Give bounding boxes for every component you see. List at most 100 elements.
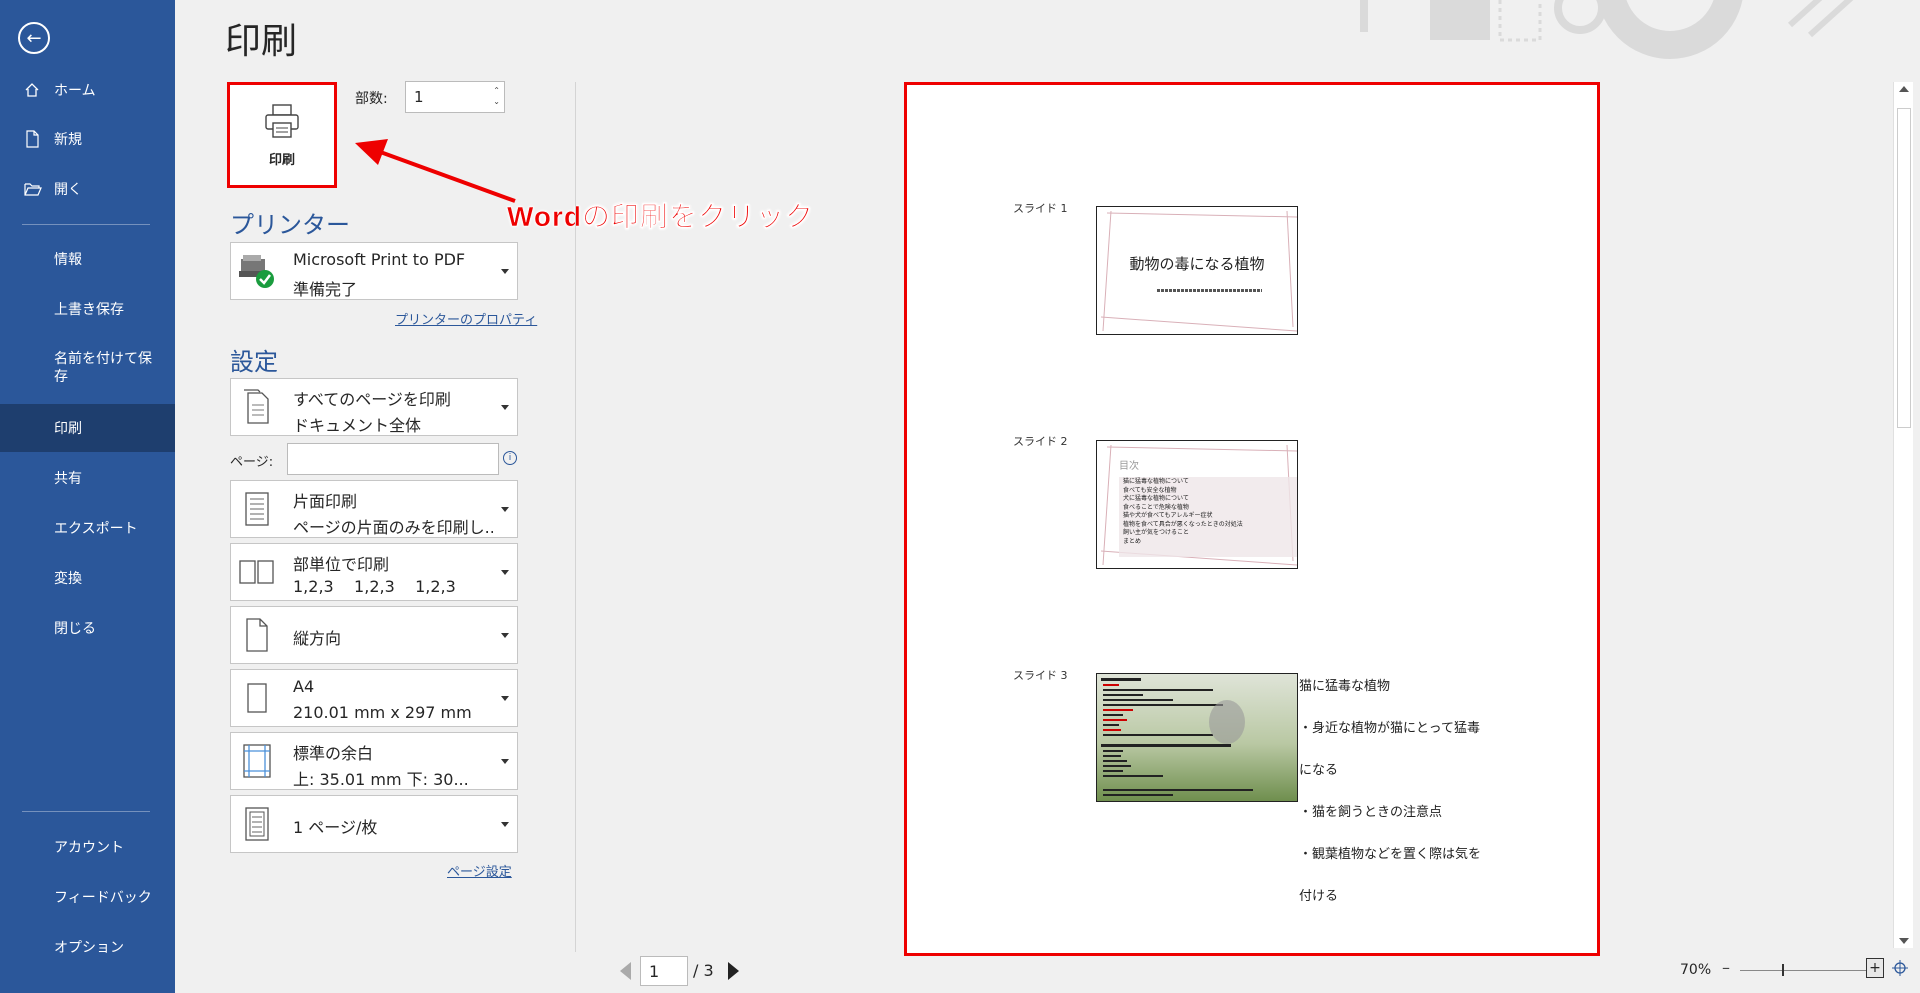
slide-2-line: 猫や犬が食べてもアレルギー症状 — [1123, 512, 1213, 519]
pages-per-sheet-icon — [237, 804, 277, 844]
chevron-down-icon — [501, 822, 509, 827]
slide-3-notes-line: 猫に猛毒な植物 — [1299, 679, 1391, 694]
margins-label: 標準の余白 — [293, 744, 374, 763]
spin-down-icon[interactable]: ⌄ — [493, 97, 500, 106]
paper-size-dropdown[interactable]: A4 210.01 mm x 297 mm — [230, 669, 518, 727]
nav-item-transform[interactable]: 変換 — [0, 554, 175, 602]
back-arrow-icon: ← — [26, 27, 42, 49]
collate-desc: 1,2,3 1,2,3 1,2,3 — [293, 577, 456, 596]
slide-thumbnail-1: 動物の毒になる植物 — [1096, 206, 1298, 335]
nav-label-print: 印刷 — [54, 421, 82, 437]
one-sided-icon — [237, 489, 277, 529]
orientation-dropdown[interactable]: 縦方向 — [230, 606, 518, 664]
slide-2-body: 猫に猛毒な植物について 食べても安全な植物 犬に猛毒な植物について 食べることで… — [1123, 478, 1243, 546]
slide-3-notes-line: ・観葉植物などを置く際は気を — [1299, 847, 1482, 862]
slide-2-title: 目次 — [1119, 461, 1139, 472]
print-range-dropdown[interactable]: すべてのページを印刷 ドキュメント全体 — [230, 378, 518, 436]
next-page-icon[interactable] — [728, 962, 739, 980]
slide-label: スライド 3 — [1013, 669, 1068, 682]
printer-section-title: プリンター — [230, 211, 350, 239]
nav-label-save-as: 名前を付けて保存 — [54, 351, 152, 385]
sides-desc: ページの片面のみを印刷し... — [293, 518, 493, 537]
margins-dropdown[interactable]: 標準の余白 上: 35.01 mm 下: 30... — [230, 732, 518, 790]
copies-label: 部数: — [355, 91, 388, 107]
print-button[interactable]: 印刷 — [227, 82, 337, 188]
nav-item-feedback[interactable]: フィードバック — [0, 873, 175, 921]
nav-label-options: オプション — [54, 940, 124, 956]
open-folder-icon — [24, 181, 54, 197]
scroll-down-icon[interactable] — [1899, 938, 1909, 944]
previous-page-icon[interactable] — [620, 962, 631, 980]
annotation-text: Wordの印刷をクリック — [507, 201, 815, 233]
spin-up-icon[interactable]: ⌃ — [493, 86, 500, 95]
slide-thumbnail-3 — [1096, 673, 1298, 802]
collate-dropdown[interactable]: 部単位で印刷 1,2,3 1,2,3 1,2,3 — [230, 543, 518, 601]
slide-2-line: 食べても安全な植物 — [1123, 486, 1177, 494]
slide-label: スライド 1 — [1013, 202, 1068, 215]
pages-icon — [237, 387, 277, 427]
panel-divider — [575, 82, 576, 952]
nav-label-feedback: フィードバック — [54, 890, 152, 906]
sides-dropdown[interactable]: 片面印刷 ページの片面のみを印刷し... — [230, 480, 518, 538]
nav-label-home: ホーム — [54, 83, 96, 99]
nav-item-save[interactable]: 上書き保存 — [0, 285, 175, 333]
page-setup-link[interactable]: ページ設定 — [447, 861, 512, 880]
nav-item-home[interactable]: ホーム — [0, 66, 175, 114]
new-document-icon — [24, 130, 54, 148]
copies-value: 1 — [414, 88, 424, 106]
printer-name: Microsoft Print to PDF — [293, 250, 466, 269]
slide-2-line: まとめ — [1123, 537, 1142, 545]
nav-item-export[interactable]: エクスポート — [0, 504, 175, 552]
slide-3-notes-line: 付ける — [1299, 889, 1339, 904]
zoom-to-page-icon[interactable] — [1892, 960, 1908, 976]
orientation-label: 縦方向 — [293, 629, 342, 648]
paper-size-desc: 210.01 mm x 297 mm — [293, 703, 472, 722]
back-button[interactable]: ← — [18, 22, 50, 54]
zoom-in-button[interactable]: + — [1866, 958, 1884, 978]
print-range-desc: ドキュメント全体 — [293, 416, 422, 435]
nav-item-options[interactable]: オプション — [0, 923, 175, 971]
print-range-label: すべてのページを印刷 — [293, 390, 451, 409]
backstage-nav: ← ホーム 新規 開く 情報 上書き保存 名前を付けて保存 印刷 共有 エクスポ… — [0, 0, 175, 993]
current-page-input[interactable]: 1 — [640, 956, 688, 986]
nav-item-info[interactable]: 情報 — [0, 235, 175, 283]
nav-item-account[interactable]: アカウント — [0, 823, 175, 871]
copies-stepper[interactable]: 1 ⌃ ⌄ — [405, 81, 505, 113]
collate-icon — [237, 552, 277, 592]
slide-3-notes-line: になる — [1299, 763, 1339, 778]
nav-label-open: 開く — [54, 182, 82, 198]
zoom-level[interactable]: 70% — [1680, 962, 1711, 978]
zoom-out-button[interactable]: – — [1722, 958, 1730, 977]
paper-icon — [237, 678, 277, 718]
chevron-down-icon — [501, 507, 509, 512]
copies-spin-buttons[interactable]: ⌃ ⌄ — [493, 85, 500, 107]
pages-input[interactable] — [287, 443, 499, 475]
chevron-down-icon — [501, 269, 509, 274]
printer-dropdown[interactable]: Microsoft Print to PDF 準備完了 — [230, 242, 518, 300]
slide-3-notes-line: ・猫を飼うときの注意点 — [1299, 805, 1443, 820]
printer-status: 準備完了 — [293, 280, 358, 299]
info-icon[interactable]: i — [503, 451, 517, 465]
nav-item-share[interactable]: 共有 — [0, 454, 175, 502]
scroll-thumb[interactable] — [1897, 108, 1911, 428]
zoom-slider-thumb[interactable] — [1782, 964, 1784, 976]
printer-icon — [263, 103, 301, 143]
chevron-down-icon — [501, 696, 509, 701]
slide-1-title: 動物の毒になる植物 — [1129, 255, 1265, 273]
nav-item-save-as[interactable]: 名前を付けて保存 — [0, 344, 175, 392]
margins-desc: 上: 35.01 mm 下: 30... — [293, 770, 469, 789]
nav-item-open[interactable]: 開く — [0, 165, 175, 213]
nav-item-close[interactable]: 閉じる — [0, 604, 175, 652]
slide-2-line: 植物を食べて具合が悪くなったときの対処法 — [1123, 520, 1243, 528]
scroll-up-icon[interactable] — [1899, 86, 1909, 92]
printer-properties-link[interactable]: プリンターのプロパティ — [395, 309, 537, 328]
slide-thumbnail-2: 目次 猫に猛毒な植物について 食べても安全な植物 犬に猛毒な植物について 食べる… — [1096, 440, 1298, 569]
slide-label: スライド 2 — [1013, 435, 1068, 448]
paper-size-label: A4 — [293, 677, 315, 696]
nav-item-new[interactable]: 新規 — [0, 115, 175, 163]
preview-scrollbar[interactable] — [1893, 82, 1913, 948]
zoom-slider[interactable] — [1740, 970, 1868, 971]
pages-per-sheet-dropdown[interactable]: 1 ページ/枚 — [230, 795, 518, 853]
nav-item-print[interactable]: 印刷 — [0, 404, 175, 452]
slide-1-subtitle — [1157, 289, 1262, 292]
